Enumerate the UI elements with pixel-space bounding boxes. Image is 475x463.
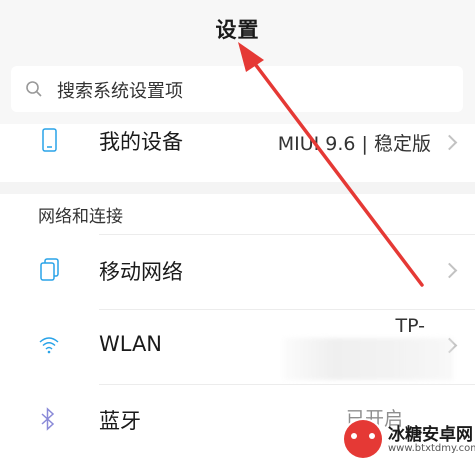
wifi-icon [38, 336, 60, 358]
settings-item-label: 我的设备 [99, 130, 183, 154]
sim-card-icon [38, 258, 60, 286]
settings-item-label: 蓝牙 [99, 409, 141, 433]
watermark-logo-icon [344, 420, 382, 458]
watermark-name: 冰糖安卓网 [388, 425, 473, 445]
search-icon [25, 80, 43, 102]
divider [99, 309, 475, 310]
divider [99, 384, 475, 385]
bluetooth-icon [38, 407, 58, 435]
settings-item-mobile-network[interactable]: 移动网络 [0, 234, 475, 308]
settings-item-value: MIUI 9.6 | 稳定版 [277, 133, 431, 155]
chevron-right-icon [441, 134, 458, 151]
settings-item-my-device[interactable]: 我的设备 MIUI 9.6 | 稳定版 [0, 124, 475, 182]
phone-icon [38, 128, 60, 158]
page-title: 设置 [215, 18, 260, 42]
settings-item-label: WLAN [99, 332, 163, 356]
chevron-right-icon [441, 262, 458, 279]
section-title: 网络和连接 [38, 207, 123, 227]
header: 设置 [0, 0, 475, 58]
watermark-url: www.btxtdmy.com [388, 443, 475, 454]
settings-item-label: 移动网络 [99, 260, 183, 284]
section-gap [0, 182, 475, 194]
search-placeholder: 搜索系统设置项 [57, 81, 183, 102]
divider [99, 234, 475, 235]
settings-item-value: TP- [395, 315, 425, 337]
watermark: 冰糖安卓网 www.btxtdmy.com [344, 418, 475, 460]
search-input[interactable]: 搜索系统设置项 [11, 66, 463, 112]
search-area: 搜索系统设置项 [0, 58, 475, 124]
blurred-network-name [283, 338, 453, 380]
